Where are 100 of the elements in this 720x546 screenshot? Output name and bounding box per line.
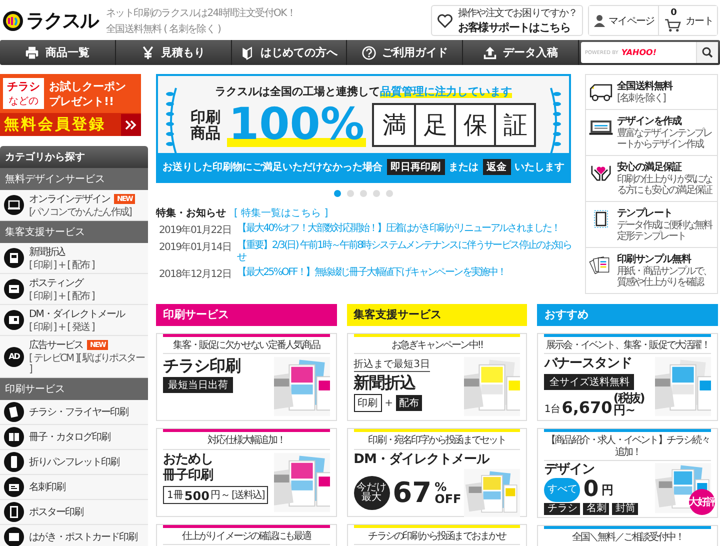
banner-character: 満 — [374, 105, 414, 145]
slide-dot[interactable] — [373, 190, 380, 197]
card-icon — [4, 477, 24, 497]
card-headline: お急ぎキャンペーン中!! — [354, 338, 520, 354]
product-subtitle: 折込まで最短3日 — [354, 357, 430, 372]
nav-item[interactable]: 商品一覧 — [0, 40, 116, 65]
upload-icon — [483, 46, 498, 60]
category-item[interactable]: 名刺印刷 — [0, 475, 148, 500]
category-item[interactable]: 冊子・カタログ印刷 — [0, 425, 148, 450]
card-headline: 仕上がりイメージの確認にも最適 — [163, 530, 330, 545]
shipping-tag: 全サイズ送料無料 — [544, 374, 634, 390]
banner-character: 証 — [494, 105, 534, 145]
price-number: 0 — [583, 479, 599, 502]
newspaper-icon — [4, 248, 24, 268]
slide-dot[interactable] — [386, 190, 393, 197]
nav-item[interactable]: データ入稿 — [463, 40, 579, 65]
section-heading: 集客支援サービス — [0, 221, 148, 243]
person-icon — [593, 14, 606, 27]
product-card[interactable]: 仕上がりイメージの確認にも最適 — [156, 524, 337, 546]
feature-item[interactable]: 全国送料無料 [名刺を除く] — [586, 75, 717, 110]
feature-item[interactable]: 安心の満足保証 印刷の仕上がりが気になる方にも安心の満足保証 — [586, 156, 717, 202]
price-box: 1冊500 円～[送料込] — [163, 486, 268, 504]
popular-badge: 大好評 — [689, 489, 715, 515]
cart-count: 0 — [670, 9, 676, 18]
product-card[interactable]: チラシの印刷から投函までおまかせ — [346, 524, 528, 546]
news-date: 2019年01月22日 — [159, 224, 232, 237]
product-title: おためし — [163, 452, 213, 468]
price-note: (税抜) — [613, 392, 644, 404]
category-item[interactable]: ポスター印刷 — [0, 500, 148, 525]
fold-icon — [4, 452, 24, 472]
slide-dot[interactable] — [360, 190, 367, 197]
tagline-text: 全国送料無料 ( 名刺を除く ) — [106, 22, 222, 36]
printer-icon — [25, 46, 40, 60]
product-card[interactable]: 対応仕様大幅追加！ おためし 冊子印刷 1冊500 円～[送料込] — [156, 428, 337, 516]
product-tag: 名刺 — [583, 503, 610, 516]
category-item[interactable]: DM・ダイレクトメール [ 印刷 ] + [ 発送 ] — [0, 305, 148, 336]
nav-item[interactable]: はじめての方へ — [232, 40, 348, 65]
question-icon — [362, 46, 376, 60]
card-headline: 対応仕様大幅追加！ — [163, 434, 330, 450]
slide-dot[interactable] — [347, 190, 354, 197]
yen-icon — [141, 46, 156, 60]
logo-text[interactable]: ラクスル — [26, 8, 98, 34]
nav-item[interactable]: ご利用ガイド — [347, 40, 464, 65]
service-tag: 印刷 — [354, 394, 382, 412]
support-link[interactable]: 操作や注文でお困りですか？ お客様サポートはこちら — [430, 5, 584, 36]
card-headline: 【商品紹介・求人・イベント】チラシ続々追加！ — [544, 434, 711, 461]
price-amount: 6,670 — [562, 400, 612, 416]
news-date: 2018年12月12日 — [159, 268, 232, 281]
service-heading: 印刷サービス — [156, 304, 337, 326]
cart-button[interactable]: 0 カート — [658, 6, 717, 35]
banner-text: お送りした印刷物にご満足いただけなかった場合 — [162, 160, 382, 174]
feature-item[interactable]: テンプレート データ作成に便利な無料定形テンプレート — [586, 202, 717, 248]
banner-label: 商品 — [190, 125, 221, 142]
category-item[interactable]: ポスティング [ 印刷 ] + [ 配布 ] — [0, 274, 148, 305]
product-tag: チラシ — [544, 503, 580, 516]
laurel-icon — [164, 86, 180, 156]
news-date: 2019年01月14日 — [159, 241, 232, 255]
search-button[interactable] — [696, 42, 718, 63]
discount-unit: % — [434, 481, 447, 494]
category-item[interactable]: はがき・ポストカード印刷 — [0, 525, 148, 546]
product-card[interactable]: 全国＼無料／ご相談受付中！ — [537, 525, 718, 546]
category-item[interactable]: 折りパンフレット印刷 — [0, 450, 148, 475]
shipping-tag: 最短当日出荷 — [163, 377, 233, 394]
product-title: バナースタンド — [544, 357, 632, 372]
flyer-icon — [4, 402, 24, 422]
card-headline: 全国＼無料／ご相談受付中！ — [544, 531, 711, 546]
product-card[interactable]: 集客・販促に欠かせない定番人気商品 チラシ印刷 最短当日出荷 — [156, 332, 337, 421]
banner-percentage: 100% — [226, 103, 366, 147]
banner-tag: 即日再印刷 — [386, 159, 444, 175]
laptop-icon — [4, 195, 24, 215]
price-unit: 円~ — [613, 404, 636, 416]
section-heading: 無料デザインサービス — [0, 168, 148, 190]
promo-circle: 今だけ 最大 — [354, 476, 390, 510]
book-icon — [4, 427, 24, 447]
banner-label: 印刷 — [190, 108, 221, 125]
category-item[interactable]: チラシ・フライヤー印刷 — [0, 400, 148, 425]
slide-dot[interactable] — [334, 190, 341, 197]
card-headline: 印刷・宛名印字から投函までセット — [354, 434, 520, 450]
discount-number: 67 — [392, 479, 432, 508]
laurel-icon — [547, 86, 563, 156]
search-icon — [702, 47, 713, 58]
logo-icon[interactable] — [2, 10, 24, 32]
feature-item[interactable]: 印刷サンプル無料 用紙・商品サンプルで、質感や仕上がりを確認 — [586, 248, 717, 292]
truck-icon — [588, 81, 614, 103]
card-headline: 集客・販促に欠かせない定番人気商品 — [163, 338, 330, 354]
price-unit: 円 — [602, 484, 614, 496]
nav-item[interactable]: 見積もり — [116, 40, 232, 65]
service-tag: 配布 — [396, 395, 422, 412]
product-card[interactable]: お急ぎキャンペーン中!! 折込まで最短3日 新聞折込 印刷 + 配布 — [346, 332, 528, 421]
beginner-mark-icon — [240, 46, 254, 60]
coupon-banner[interactable]: チラシ などの お試しクーポン プレゼント!! 無料会員登録 — [0, 74, 141, 136]
category-item[interactable]: 新聞折込 [ 印刷 ] + [ 配布 ] — [0, 243, 148, 274]
product-title: 冊子印刷 — [163, 469, 213, 484]
product-card[interactable]: 【商品紹介・求人・イベント】チラシ続々追加！ デザイン すべて 0 円 チラシ 名刺 封筒 大好評 — [537, 428, 718, 518]
section-heading: 印刷サービス — [0, 378, 148, 400]
poster-icon — [4, 502, 24, 522]
discount-unit: OFF — [434, 493, 462, 506]
feature-item[interactable]: デザインを作成 豊富なデザインテンプレートからデザイン作成 — [586, 110, 717, 156]
heart-icon — [436, 14, 453, 28]
banner-character: 足 — [414, 105, 454, 145]
